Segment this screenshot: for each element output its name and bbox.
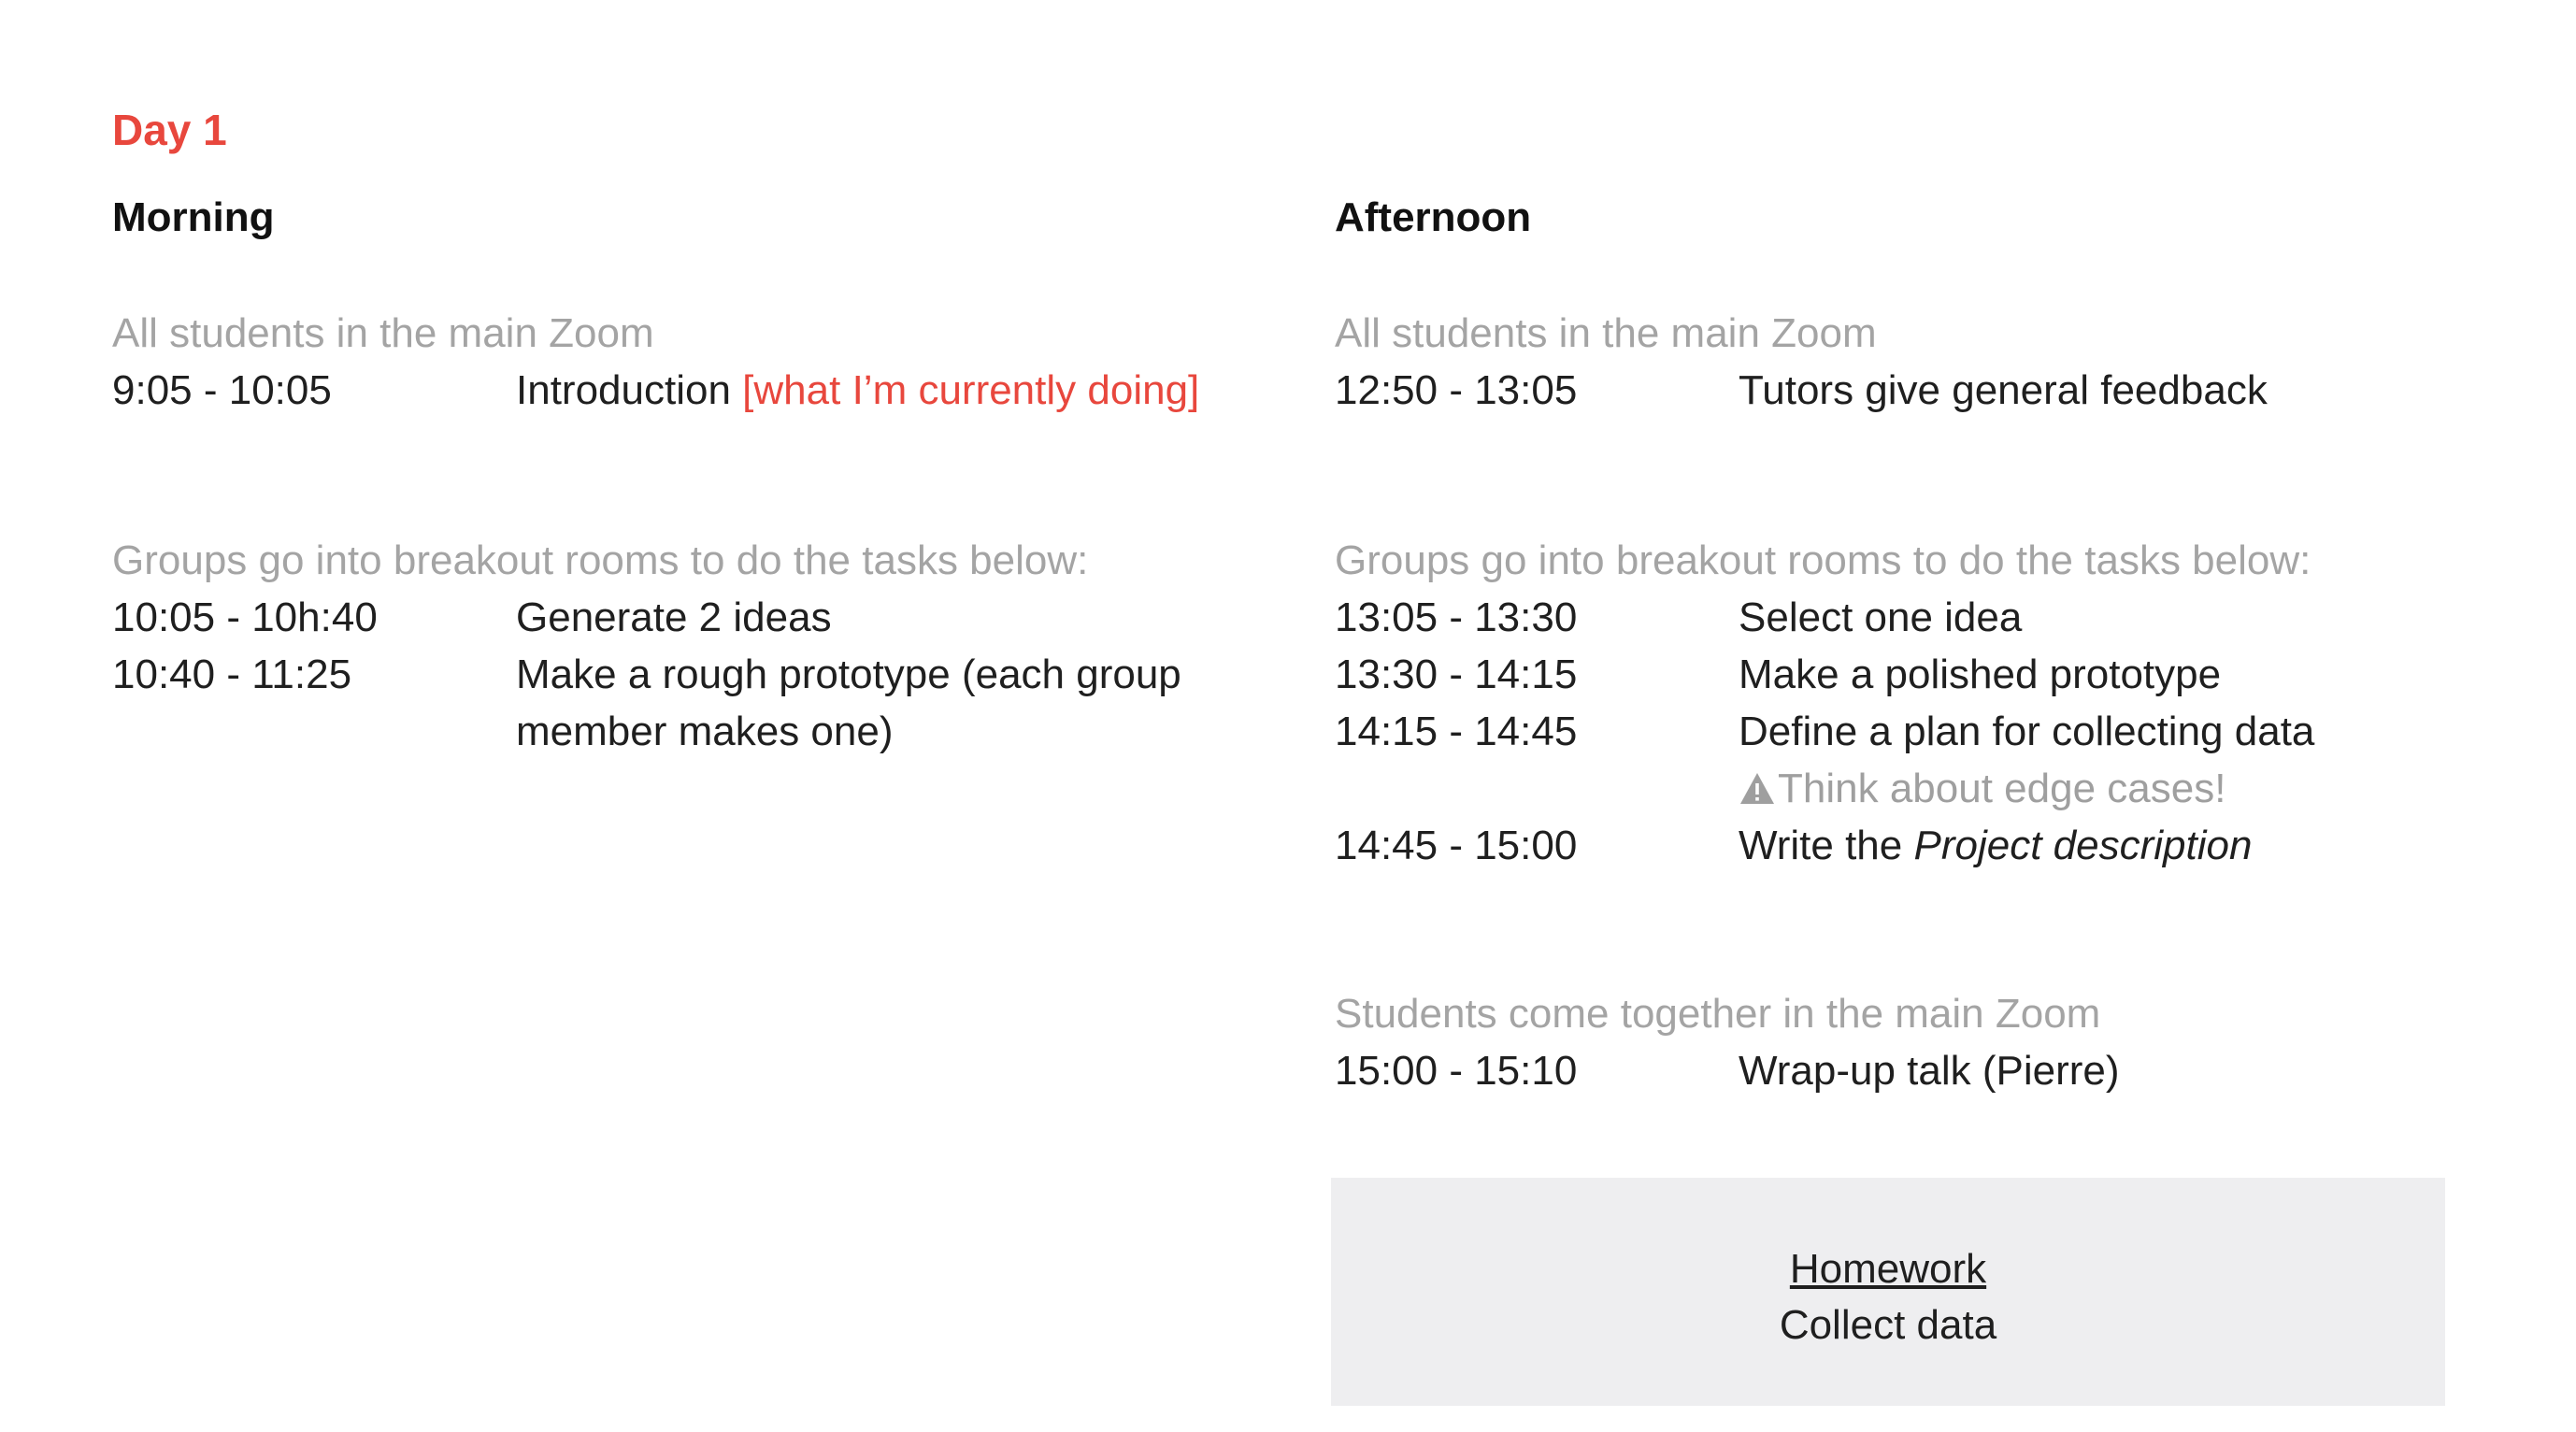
task-label: Introduction xyxy=(516,367,731,413)
time-range: 10:40 - 11:25 xyxy=(112,652,352,697)
task-label: Write the xyxy=(1739,823,1903,868)
morning-heading: Morning xyxy=(112,194,275,240)
task-text: Define a plan for collecting data Think … xyxy=(1739,703,2569,817)
task-text: Wrap-up talk (Pierre) xyxy=(1739,1048,2120,1094)
section-note: Groups go into breakout rooms to do the … xyxy=(1335,537,2311,583)
homework-box: Homework Collect data xyxy=(1331,1178,2445,1406)
schedule-row: 13:05 - 13:30 Select one idea xyxy=(1335,589,2569,646)
task-text: Make a polished prototype xyxy=(1739,652,2222,697)
afternoon-section-breakout: Groups go into breakout rooms to do the … xyxy=(1335,533,2569,874)
schedule-row: 10:40 - 11:25 Make a rough prototype (ea… xyxy=(112,646,1346,760)
task-text: Make a rough prototype (each group membe… xyxy=(516,652,1181,754)
section-note: Groups go into breakout rooms to do the … xyxy=(112,537,1089,583)
schedule-row: 12:50 - 13:05 Tutors give general feedba… xyxy=(1335,362,2569,419)
morning-column: Morning All students in the main Zoom 9:… xyxy=(112,192,1346,754)
warning-note: Think about edge cases! xyxy=(1739,760,2569,817)
task-text: Introduction [what I’m currently doing] xyxy=(516,362,1282,419)
section-note: All students in the main Zoom xyxy=(112,310,654,356)
schedule-row: 15:00 - 15:10 Wrap-up talk (Pierre) xyxy=(1335,1042,2569,1099)
task-text: Tutors give general feedback xyxy=(1739,367,2268,413)
homework-body: Collect data xyxy=(1779,1302,1997,1348)
time-range: 9:05 - 10:05 xyxy=(112,367,332,413)
afternoon-section-wrap-up: Students come together in the main Zoom … xyxy=(1335,986,2569,1099)
morning-section-breakout: Groups go into breakout rooms to do the … xyxy=(112,533,1346,760)
afternoon-column: Afternoon All students in the main Zoom … xyxy=(1335,192,2569,1094)
time-range: 12:50 - 13:05 xyxy=(1335,367,1578,413)
warning-triangle-icon xyxy=(1740,772,1774,804)
document-name: Project description xyxy=(1913,823,2253,868)
time-range: 15:00 - 15:10 xyxy=(1335,1048,1578,1094)
afternoon-section-main-zoom: All students in the main Zoom 12:50 - 13… xyxy=(1335,306,2569,419)
time-range: 13:30 - 14:15 xyxy=(1335,652,1578,697)
task-text: Generate 2 ideas xyxy=(516,594,832,640)
time-range: 14:15 - 14:45 xyxy=(1335,709,1578,754)
time-range: 13:05 - 13:30 xyxy=(1335,594,1578,640)
schedule-row: 10:05 - 10h:40 Generate 2 ideas xyxy=(112,589,1346,646)
task-text: Select one idea xyxy=(1739,594,2023,640)
schedule-row: 14:15 - 14:45 Define a plan for collecti… xyxy=(1335,703,2569,817)
time-range: 14:45 - 15:00 xyxy=(1335,823,1578,868)
time-range: 10:05 - 10h:40 xyxy=(112,594,378,640)
schedule-row: 14:45 - 15:00 Write the Project descript… xyxy=(1335,817,2569,874)
warning-text: Think about edge cases! xyxy=(1778,766,2226,811)
current-activity-note: [what I’m currently doing] xyxy=(742,367,1200,413)
schedule-row: 13:30 - 14:15 Make a polished prototype xyxy=(1335,646,2569,703)
afternoon-heading: Afternoon xyxy=(1335,194,1532,240)
homework-title: Homework xyxy=(1789,1246,1987,1292)
day-title: Day 1 xyxy=(112,106,227,154)
task-text: Write the Project description xyxy=(1739,817,2569,874)
schedule-row: 9:05 - 10:05 Introduction [what I’m curr… xyxy=(112,362,1346,419)
section-note: All students in the main Zoom xyxy=(1335,310,1877,356)
morning-section-main-zoom: All students in the main Zoom 9:05 - 10:… xyxy=(112,306,1346,419)
section-note: Students come together in the main Zoom xyxy=(1335,991,2101,1037)
task-label: Define a plan for collecting data xyxy=(1739,709,2315,754)
